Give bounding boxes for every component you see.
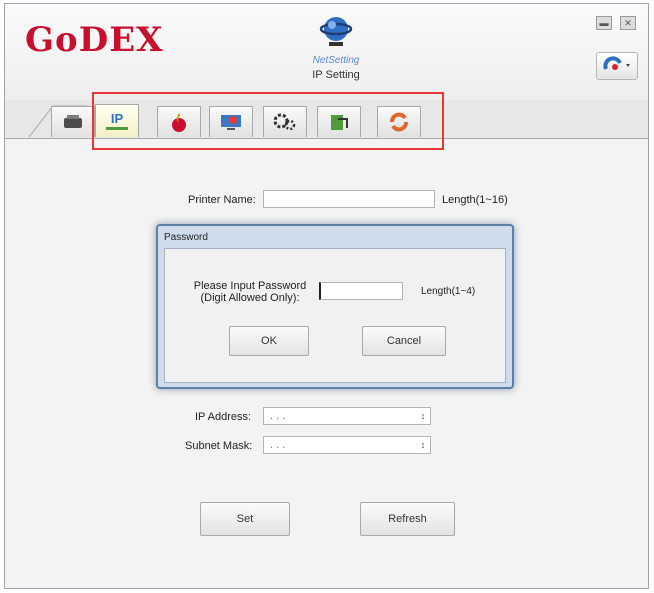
password-prompt-line1: Please Input Password: [193, 280, 307, 292]
app-logo: NetSetting IP Setting: [301, 14, 371, 81]
ip-address-label: IP Address:: [195, 411, 252, 423]
dialog-body: Please Input Password (Digit Allowed Onl…: [164, 248, 506, 383]
window-controls: ▬ ✕: [596, 16, 636, 30]
ok-button[interactable]: OK: [229, 326, 309, 356]
printer-icon: [64, 115, 82, 128]
language-icon: [603, 56, 630, 70]
header: GoDEX NetSetting IP Setting ▬ ✕: [5, 4, 648, 100]
ip-spin-icon[interactable]: ↕: [417, 409, 429, 423]
app-window: GoDEX NetSetting IP Setting ▬ ✕ IP Print…: [4, 3, 649, 589]
app-brand: NetSetting: [312, 55, 360, 66]
tab-highlight-box: [92, 92, 444, 150]
password-input[interactable]: [319, 282, 403, 300]
globe-icon: [319, 17, 353, 46]
password-prompt: Please Input Password (Digit Allowed Onl…: [190, 280, 310, 304]
close-button[interactable]: ✕: [620, 16, 636, 30]
ip-address-value: . . .: [270, 410, 286, 422]
printer-name-length-hint: Length(1~16): [442, 194, 508, 206]
refresh-button[interactable]: Refresh: [360, 502, 455, 536]
minimize-button[interactable]: ▬: [596, 16, 612, 30]
tab-printer[interactable]: [51, 106, 95, 137]
set-button[interactable]: Set: [200, 502, 290, 536]
password-dialog: Password Please Input Password (Digit Al…: [156, 224, 514, 389]
app-subtitle: IP Setting: [312, 69, 360, 81]
subnet-spin-icon[interactable]: ↕: [417, 438, 429, 452]
printer-name-input[interactable]: [263, 190, 435, 208]
printer-name-label: Printer Name:: [188, 194, 256, 206]
subnet-mask-label: Subnet Mask:: [185, 440, 253, 452]
password-prompt-line2: (Digit Allowed Only):: [200, 292, 300, 304]
password-length-hint: Length(1~4): [421, 286, 476, 297]
cancel-button[interactable]: Cancel: [362, 326, 446, 356]
godex-logo: GoDEX: [25, 20, 164, 60]
ip-address-input[interactable]: . . . ↕: [263, 407, 431, 425]
language-button[interactable]: [596, 52, 638, 80]
subnet-mask-value: . . .: [270, 439, 286, 451]
dialog-title: Password: [164, 232, 208, 243]
subnet-mask-input[interactable]: . . . ↕: [263, 436, 431, 454]
